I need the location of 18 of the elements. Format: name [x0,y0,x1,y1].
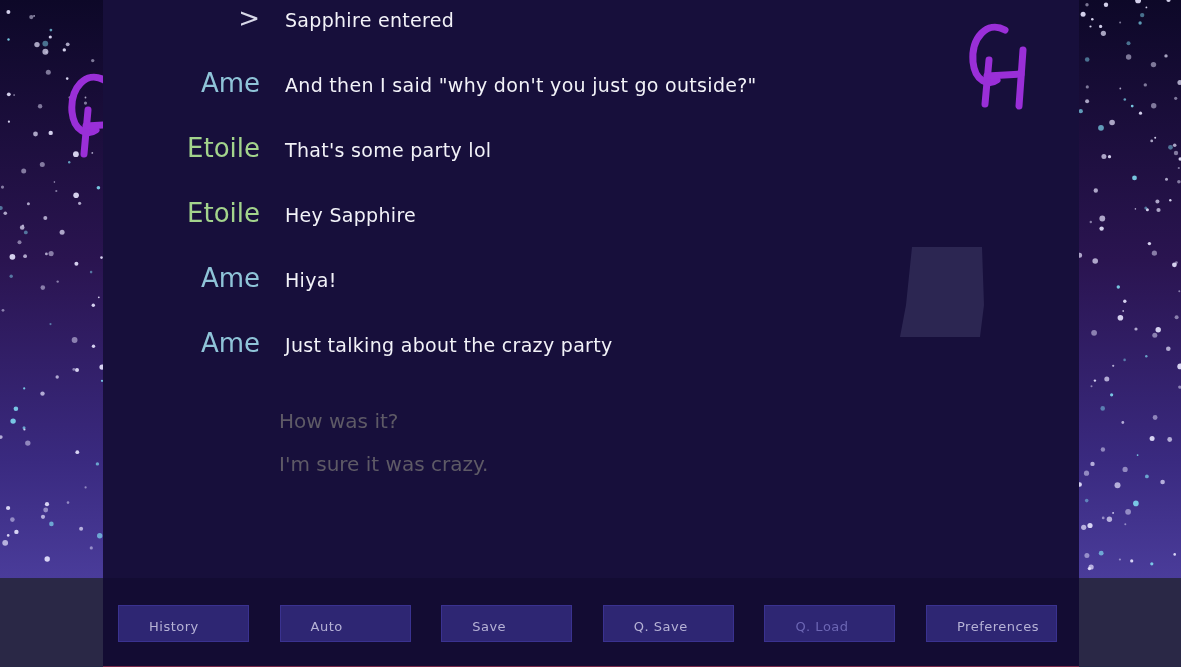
speaker-name: Ame [199,70,260,96]
notepad-icon [898,245,986,339]
menu-button[interactable]: History [118,604,249,642]
menu-button[interactable]: Q. Save [602,604,734,642]
dialogue-text: Just talking about the crazy party [285,333,613,358]
speaker-name: Ame [199,265,260,291]
dialogue-text: And then I said "why don't you just go outside?" [285,73,757,98]
menu-button[interactable]: Save [441,604,573,642]
menu-button[interactable]: Preferences [925,604,1057,642]
dialogue-text: Hey Sapphire [285,203,417,228]
speaker-name: Etoile [186,200,260,226]
dialogue-text: Hiya! [285,268,337,293]
speaker-name: Ame [199,330,260,356]
dialogue-text: That's some party lol [285,138,492,163]
dialogue-text: Sapphire entered [285,8,455,33]
menu-button[interactable]: Auto [279,604,411,642]
speaker-name: > [237,5,260,31]
speaker-name: Etoile [186,135,260,161]
